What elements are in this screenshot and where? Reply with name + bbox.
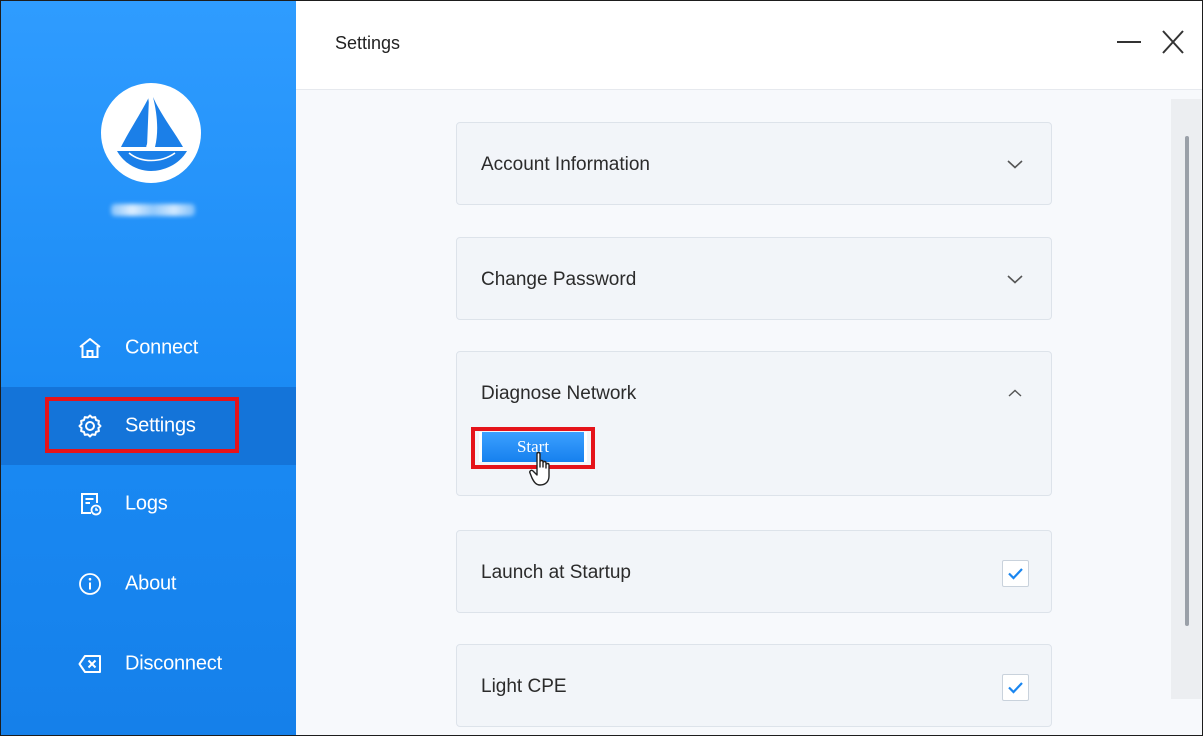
section-label: Light CPE bbox=[481, 676, 567, 697]
sidebar-item-label: Settings bbox=[125, 414, 196, 437]
section-label: Launch at Startup bbox=[481, 562, 631, 583]
hand-pointer-icon bbox=[529, 451, 550, 486]
chevron-down-icon[interactable] bbox=[1005, 269, 1025, 289]
section-label: Account Information bbox=[481, 154, 650, 175]
chevron-up-icon[interactable] bbox=[1005, 383, 1025, 403]
checkmark-icon bbox=[1008, 568, 1023, 580]
light-cpe-checkbox[interactable] bbox=[1002, 674, 1029, 701]
section-label: Change Password bbox=[481, 269, 637, 290]
checkmark-icon bbox=[1008, 682, 1023, 694]
home-icon bbox=[79, 338, 101, 358]
sidebar-item-label: About bbox=[125, 572, 177, 595]
sidebar-item-label: Disconnect bbox=[125, 652, 222, 675]
sidebar-item-settings[interactable]: Settings bbox=[1, 387, 296, 465]
sailboat-logo-icon bbox=[117, 96, 187, 171]
settings-content: Account Information Change Password Diag… bbox=[296, 90, 1202, 735]
minimize-icon[interactable] bbox=[1114, 27, 1144, 57]
light-cpe-section: Light CPE bbox=[456, 644, 1052, 727]
diagnose-network-section: Diagnose Network Start bbox=[456, 351, 1052, 496]
sidebar-item-label: Logs bbox=[125, 492, 168, 515]
account-information-section[interactable]: Account Information bbox=[456, 122, 1052, 205]
sidebar: Connect Settings Logs About Disconnect bbox=[1, 1, 296, 735]
close-icon[interactable] bbox=[1158, 27, 1188, 57]
sidebar-item-logs[interactable]: Logs bbox=[1, 465, 296, 543]
gear-icon bbox=[78, 414, 102, 438]
username-blurred bbox=[111, 204, 195, 216]
launch-at-startup-checkbox[interactable] bbox=[1002, 560, 1029, 587]
launch-at-startup-section: Launch at Startup bbox=[456, 530, 1052, 613]
avatar bbox=[101, 83, 201, 183]
chevron-down-icon[interactable] bbox=[1005, 154, 1025, 174]
page-title: Settings bbox=[335, 33, 401, 53]
sidebar-item-disconnect[interactable]: Disconnect bbox=[1, 625, 296, 703]
app-window: Connect Settings Logs About Disconnect S… bbox=[0, 0, 1203, 736]
main-panel: Settings Account Information Change Pass… bbox=[296, 1, 1202, 735]
change-password-section[interactable]: Change Password bbox=[456, 237, 1052, 320]
section-label: Diagnose Network bbox=[481, 383, 637, 404]
scrollbar-thumb[interactable] bbox=[1185, 136, 1189, 626]
sidebar-item-label: Connect bbox=[125, 336, 199, 359]
title-bar: Settings bbox=[296, 1, 1202, 90]
log-document-icon bbox=[81, 493, 102, 516]
backspace-x-icon bbox=[78, 655, 101, 673]
sidebar-item-about[interactable]: About bbox=[1, 545, 296, 623]
sidebar-item-connect[interactable]: Connect bbox=[1, 309, 296, 387]
info-icon bbox=[79, 573, 101, 595]
